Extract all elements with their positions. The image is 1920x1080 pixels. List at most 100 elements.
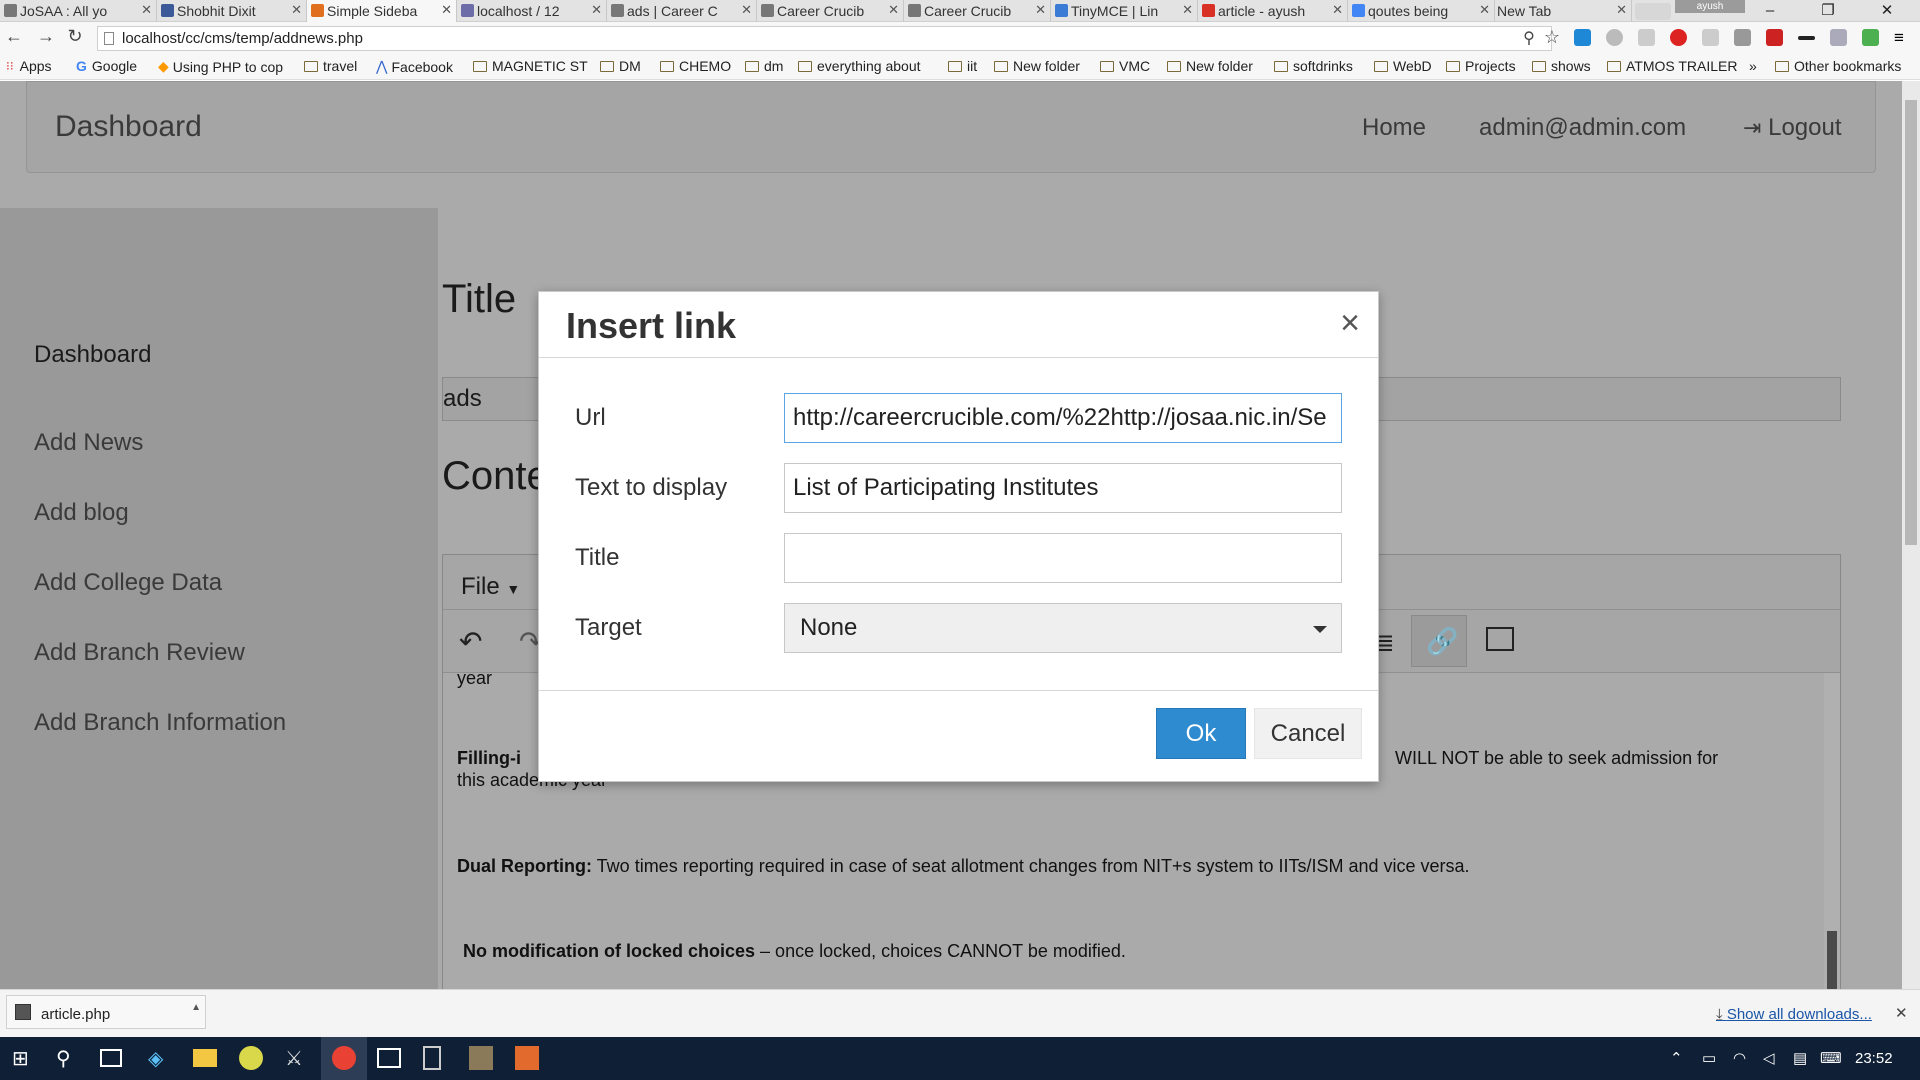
extension-icon[interactable] <box>1766 29 1783 46</box>
extension-icon[interactable] <box>1702 29 1719 46</box>
chevron-up-icon[interactable]: ⌃ <box>1670 1049 1683 1067</box>
store-icon[interactable] <box>377 1048 401 1068</box>
close-tab-icon[interactable]: ✕ <box>291 2 302 18</box>
new-tab-button[interactable] <box>1635 3 1671 20</box>
menu-icon[interactable]: ≡ <box>1894 29 1911 46</box>
target-select[interactable]: None <box>784 603 1342 653</box>
reload-icon[interactable]: ↻ <box>63 26 87 47</box>
extension-icon[interactable] <box>1862 29 1879 46</box>
image-icon[interactable] <box>1486 627 1514 651</box>
bookmark-folder[interactable]: everything about <box>798 58 921 74</box>
restore-icon[interactable]: ❐ <box>1805 0 1851 22</box>
bookmark-item[interactable]: ⋀ Facebook <box>376 58 453 75</box>
bookmark-folder[interactable]: travel <box>304 58 357 74</box>
back-icon[interactable]: ← <box>2 26 26 47</box>
browser-tab[interactable]: TinyMCE | Lin ✕ <box>1051 0 1198 22</box>
bookmark-folder[interactable]: Other bookmarks <box>1775 58 1901 74</box>
title-field[interactable] <box>784 533 1342 583</box>
volume-icon[interactable]: ◁ <box>1763 1049 1775 1067</box>
page-scroll-thumb[interactable] <box>1905 100 1917 545</box>
notifications-icon[interactable]: ▤ <box>1793 1049 1807 1067</box>
close-tab-icon[interactable]: ✕ <box>1035 2 1046 18</box>
browser-tab[interactable]: Career Crucib ✕ <box>757 0 904 22</box>
sidebar-item-dashboard[interactable]: Dashboard <box>34 341 151 369</box>
browser-tab-active[interactable]: Simple Sideba ✕ <box>307 0 457 22</box>
browser-tab[interactable]: JoSAA : All yo ✕ <box>0 0 157 22</box>
url-input[interactable] <box>784 393 1342 443</box>
close-tab-icon[interactable]: ✕ <box>741 2 752 18</box>
close-tab-icon[interactable]: ✕ <box>591 2 602 18</box>
close-tab-icon[interactable]: ✕ <box>1479 2 1490 18</box>
browser-tab[interactable]: New Tab ✕ <box>1495 0 1632 22</box>
download-item[interactable]: article.php ▲ <box>6 995 206 1029</box>
bookmark-folder[interactable]: CHEMO <box>660 58 731 74</box>
extension-icon[interactable] <box>1638 29 1655 46</box>
editor-scroll-thumb[interactable] <box>1827 931 1837 989</box>
undo-icon[interactable]: ↶ <box>459 625 482 658</box>
battery-icon[interactable]: ▭ <box>1702 1049 1716 1067</box>
xampp-icon[interactable] <box>515 1046 539 1070</box>
editor-file-menu[interactable]: File ▼ <box>461 573 520 600</box>
profile-badge[interactable]: ayush <box>1675 0 1745 13</box>
chrome-taskbar-button[interactable] <box>321 1037 367 1080</box>
sidebar-item-add-branch-information[interactable]: Add Branch Information <box>34 709 286 737</box>
browser-tab[interactable]: qoutes being ✕ <box>1348 0 1495 22</box>
bookmark-folder[interactable]: dm <box>745 58 783 74</box>
app-icon[interactable]: ◈ <box>148 1046 172 1070</box>
close-window-icon[interactable]: ✕ <box>1864 0 1910 22</box>
sidebar-item-add-news[interactable]: Add News <box>34 429 143 457</box>
adblock-icon[interactable] <box>1670 29 1687 46</box>
download-extension-icon[interactable] <box>1830 29 1847 46</box>
minimize-icon[interactable]: – <box>1747 0 1793 22</box>
bookmark-apps[interactable]: ⁝⁝ Apps <box>6 58 52 74</box>
extension-icon[interactable] <box>1606 29 1623 46</box>
bookmark-folder[interactable]: iit <box>948 58 977 74</box>
editor-scrollbar[interactable] <box>1824 673 1840 989</box>
wifi-icon[interactable]: ◠ <box>1733 1049 1746 1067</box>
bookmark-folder[interactable]: VMC <box>1100 58 1150 74</box>
browser-tab[interactable]: ads | Career C ✕ <box>607 0 757 22</box>
star-icon[interactable]: ☆ <box>1540 27 1564 48</box>
chevron-down-icon[interactable]: ▲ <box>191 1002 201 1013</box>
forward-icon[interactable]: → <box>34 26 58 47</box>
bookmark-folder[interactable]: New folder <box>994 58 1080 74</box>
bookmark-folder[interactable]: DM <box>600 58 641 74</box>
text-to-display-input[interactable] <box>784 463 1342 513</box>
bookmark-folder[interactable]: shows <box>1532 58 1591 74</box>
cancel-button[interactable]: Cancel <box>1254 708 1362 759</box>
arrow-extension-icon[interactable] <box>1798 36 1815 40</box>
calculator-icon[interactable] <box>423 1046 441 1070</box>
bookmark-folder[interactable]: New folder <box>1167 58 1253 74</box>
show-all-downloads-link[interactable]: ⤓ Show all downloads... <box>1716 1006 1872 1023</box>
bookmark-item[interactable]: G Google <box>76 58 137 74</box>
sidebar-item-add-blog[interactable]: Add blog <box>34 499 129 527</box>
close-tab-icon[interactable]: ✕ <box>888 2 899 18</box>
keyboard-icon[interactable]: ⌨ <box>1820 1049 1842 1067</box>
close-tab-icon[interactable]: ✕ <box>1332 2 1343 18</box>
extension-icon[interactable] <box>1734 29 1751 46</box>
system-clock[interactable]: 23:52 <box>1855 1050 1893 1067</box>
extension-icon[interactable] <box>1574 29 1591 46</box>
zoom-icon[interactable]: ⚲ <box>1517 28 1541 48</box>
browser-tab[interactable]: Career Crucib ✕ <box>904 0 1051 22</box>
browser-tab[interactable]: Shobhit Dixit ✕ <box>157 0 307 22</box>
search-icon[interactable]: ⚲ <box>56 1046 80 1070</box>
app-icon[interactable]: ⚔ <box>285 1046 309 1070</box>
windows-start-icon[interactable]: ⊞ <box>12 1046 36 1070</box>
bookmark-folder[interactable]: MAGNETIC ST <box>473 58 588 74</box>
close-icon[interactable]: ✕ <box>1895 1004 1908 1022</box>
browser-tab[interactable]: localhost / 12 ✕ <box>457 0 607 22</box>
bookmarks-overflow[interactable]: » <box>1749 58 1757 74</box>
bookmark-folder[interactable]: Projects <box>1446 58 1516 74</box>
address-bar[interactable]: localhost/cc/cms/temp/addnews.php <box>97 26 1552 51</box>
close-tab-icon[interactable]: ✕ <box>441 2 452 18</box>
bookmark-item[interactable]: ◆ Using PHP to cop <box>158 58 283 75</box>
browser-tab[interactable]: article - ayush ✕ <box>1198 0 1348 22</box>
app-icon[interactable] <box>239 1046 263 1070</box>
close-tab-icon[interactable]: ✕ <box>1616 2 1627 18</box>
bookmark-folder[interactable]: WebD <box>1374 58 1432 74</box>
navbar-brand[interactable]: Dashboard <box>55 110 202 144</box>
file-explorer-icon[interactable] <box>193 1049 217 1067</box>
app-icon[interactable] <box>469 1046 493 1070</box>
insert-link-button[interactable]: 🔗 <box>1411 615 1467 667</box>
